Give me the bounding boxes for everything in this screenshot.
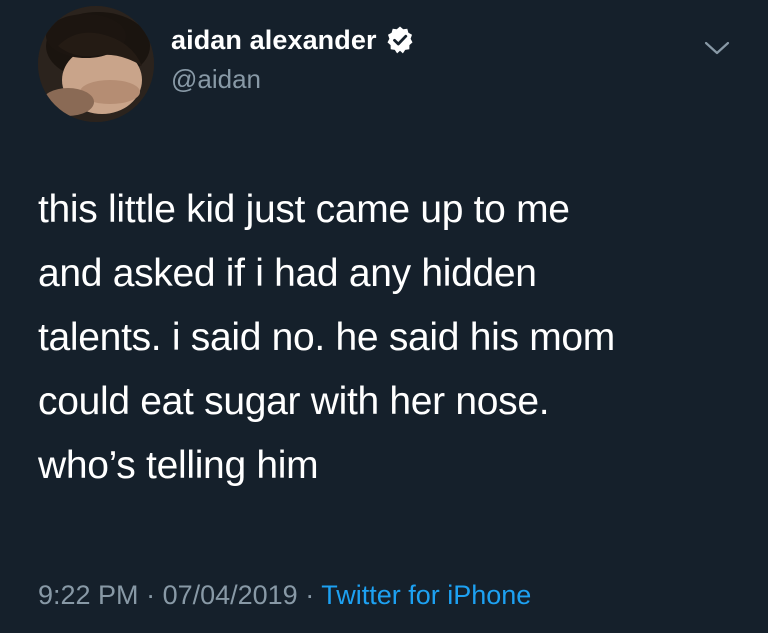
meta-separator-2: · — [297, 580, 322, 610]
user-names: aidan alexander @aidan — [171, 20, 415, 95]
tweet-text: this little kid just came up to me and a… — [38, 188, 615, 487]
tweet-source-link[interactable]: Twitter for iPhone — [321, 580, 531, 610]
avatar-image — [38, 6, 154, 122]
tweet-meta: 9:22 PM · 07/04/2019 · Twitter for iPhon… — [38, 580, 531, 611]
tweet-header: aidan alexander @aidan — [38, 6, 738, 126]
meta-separator: · — [138, 580, 163, 610]
display-name-row: aidan alexander — [171, 20, 415, 60]
avatar[interactable] — [38, 6, 154, 122]
tweet-time[interactable]: 9:22 PM — [38, 580, 139, 610]
user-handle[interactable]: @aidan — [171, 64, 415, 95]
verified-badge-icon — [385, 25, 415, 55]
tweet-date[interactable]: 07/04/2019 — [163, 580, 298, 610]
display-name[interactable]: aidan alexander — [171, 25, 377, 56]
chevron-down-icon[interactable] — [702, 38, 732, 58]
